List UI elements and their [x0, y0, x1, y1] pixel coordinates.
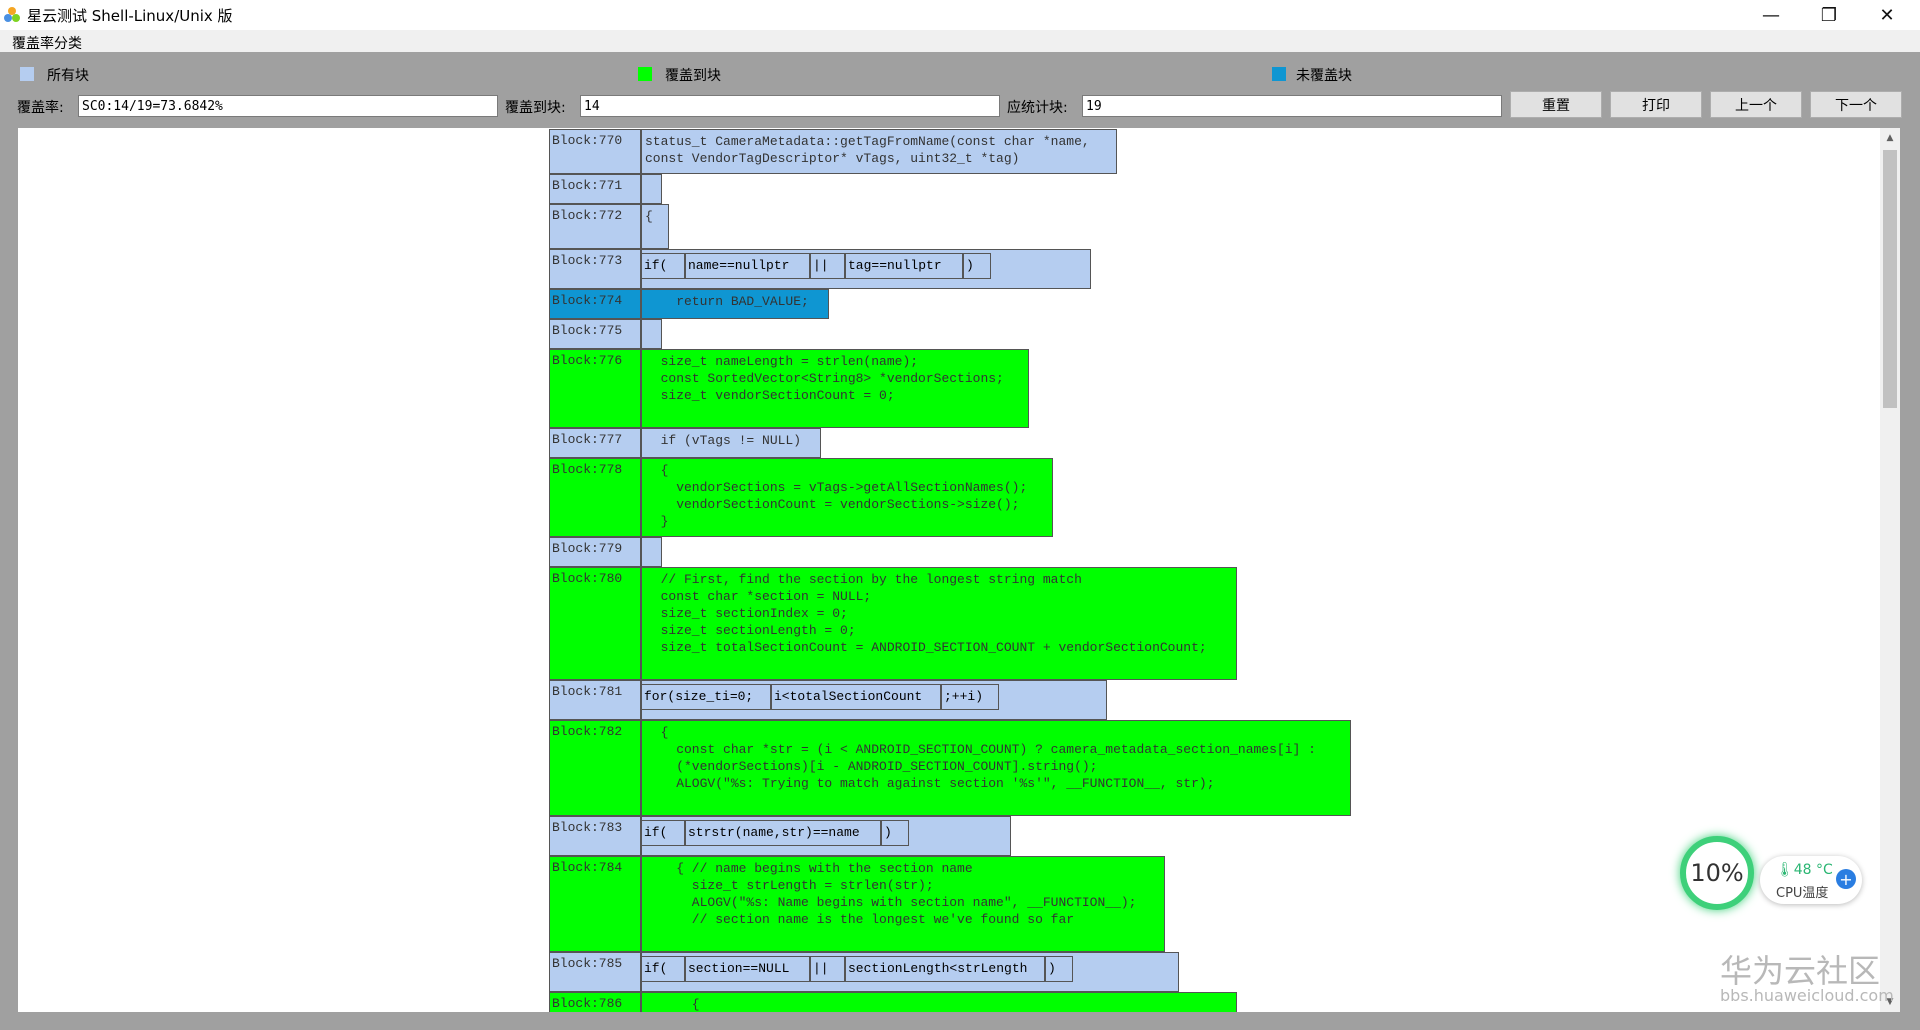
app-logo-icon — [4, 7, 20, 22]
code-segment: || — [810, 956, 845, 982]
block-code: status_t CameraMetadata::getTagFromName(… — [641, 129, 1117, 174]
scroll-up-arrow-icon[interactable]: ▲ — [1880, 128, 1900, 148]
covered-blocks-label: 覆盖到块: — [505, 100, 566, 116]
maximize-button[interactable]: ❐ — [1800, 0, 1858, 30]
block-label: Block:784 — [549, 856, 641, 952]
legend-uncovered-label: 未覆盖块 — [1296, 68, 1352, 84]
code-text: { // name begins with the section name s… — [676, 861, 1137, 927]
legend-uncovered-swatch — [1272, 67, 1286, 81]
block-label: Block:785 — [549, 952, 641, 992]
block-code: { — [641, 204, 669, 249]
code-segment: || — [810, 253, 845, 279]
block-code: return BAD_VALUE; — [641, 289, 829, 319]
covered-blocks-field[interactable] — [580, 95, 1000, 117]
block-label: Block:773 — [549, 249, 641, 289]
code-segment: tag==nullptr — [845, 253, 963, 279]
legend-all-swatch — [20, 67, 34, 81]
block-label: Block:775 — [549, 319, 641, 349]
code-segment: name==nullptr — [685, 253, 810, 279]
code-text: size_t nameLength = strlen(name); const … — [660, 354, 1004, 403]
block-code: // First, find the section by the longes… — [641, 567, 1237, 680]
block-label: Block:783 — [549, 816, 641, 856]
block-label: Block:777 — [549, 428, 641, 458]
code-text: { — [645, 997, 700, 1012]
block-code — [641, 174, 662, 204]
block-label: Block:770 — [549, 129, 641, 174]
plus-icon[interactable]: + — [1836, 869, 1856, 889]
code-segment: strstr(name,str)==name — [685, 820, 881, 846]
coverage-label: 覆盖率: — [17, 100, 64, 116]
code-segment: if( — [641, 956, 685, 982]
legend-covered-swatch — [638, 67, 652, 81]
window-title: 星云测试 Shell-Linux/Unix 版 — [27, 7, 233, 25]
cpu-temp-label: CPU温度 — [1776, 886, 1829, 901]
legend-all-label: 所有块 — [47, 68, 89, 84]
block-label: Block:771 — [549, 174, 641, 204]
block-label: Block:772 — [549, 204, 641, 249]
watermark-url: bbs.huaweicloud.com — [1720, 986, 1894, 1005]
block-code: if( section==NULL || sectionLength<strLe… — [641, 952, 1179, 992]
close-button[interactable]: ✕ — [1858, 0, 1916, 30]
code-text: return BAD_VALUE; — [645, 294, 809, 309]
block-code: for(size_ti=0; i<totalSectionCount ;++i) — [641, 680, 1107, 720]
block-label: Block:786 — [549, 992, 641, 1012]
block-label: Block:774 — [549, 289, 641, 319]
code-segment: sectionLength<strLength — [845, 956, 1045, 982]
code-coverage-panel: Block:770 status_t CameraMetadata::getTa… — [18, 128, 1884, 1012]
code-text: // First, find the section by the longes… — [660, 572, 1207, 655]
scroll-thumb[interactable] — [1883, 150, 1897, 408]
code-segment: ;++i) — [941, 684, 999, 710]
code-segment: if( — [641, 253, 685, 279]
title-bar: 星云测试 Shell-Linux/Unix 版 — ❐ ✕ — [0, 0, 1920, 30]
block-code: if( name==nullptr || tag==nullptr ) — [641, 249, 1091, 289]
code-segment: for(size_ti=0; — [641, 684, 771, 710]
block-label: Block:780 — [549, 567, 641, 680]
block-code: { const char *str = (i < ANDROID_SECTION… — [641, 720, 1351, 816]
menu-coverage-category[interactable]: 覆盖率分类 — [12, 33, 82, 53]
cpu-monitor-widget[interactable]: 10% 🌡48 °C CPU温度 + — [1680, 836, 1870, 916]
block-code: { // name begins with the section name s… — [641, 856, 1165, 952]
coverage-field[interactable] — [78, 95, 498, 117]
minimize-button[interactable]: — — [1742, 0, 1800, 30]
code-segment: i<totalSectionCount — [771, 684, 941, 710]
code-text: { — [645, 209, 653, 224]
code-text: if (vTags != NULL) — [645, 433, 802, 448]
code-text: status_t CameraMetadata::getTagFromName(… — [645, 134, 1090, 166]
total-blocks-field[interactable] — [1082, 95, 1502, 117]
block-label: Block:779 — [549, 537, 641, 567]
reset-button[interactable]: 重置 — [1510, 91, 1602, 118]
prev-button[interactable]: 上一个 — [1710, 91, 1802, 118]
print-button[interactable]: 打印 — [1610, 91, 1702, 118]
block-label: Block:782 — [549, 720, 641, 816]
block-code — [641, 319, 662, 349]
block-label: Block:778 — [549, 458, 641, 537]
block-code: if( strstr(name,str)==name ) — [641, 816, 1011, 856]
code-segment: ) — [1045, 956, 1073, 982]
block-code: size_t nameLength = strlen(name); const … — [641, 349, 1029, 428]
next-button[interactable]: 下一个 — [1810, 91, 1902, 118]
code-segment: section==NULL — [685, 956, 810, 982]
code-segment: ) — [963, 253, 991, 279]
cpu-temperature: 🌡48 °C — [1776, 862, 1833, 878]
block-code — [641, 537, 662, 567]
code-segment: if( — [641, 820, 685, 846]
vertical-scrollbar[interactable]: ▲ ▼ — [1880, 128, 1900, 1012]
code-segment: ) — [881, 820, 909, 846]
cpu-usage-ring: 10% — [1680, 836, 1754, 910]
code-text: { vendorSections = vTags->getAllSectionN… — [660, 463, 1028, 529]
block-code: if (vTags != NULL) — [641, 428, 821, 458]
block-label: Block:776 — [549, 349, 641, 428]
cpu-temp-card: 🌡48 °C CPU温度 + — [1760, 856, 1862, 904]
block-code: { — [641, 992, 1237, 1012]
block-code: { vendorSections = vTags->getAllSectionN… — [641, 458, 1053, 537]
code-text: { const char *str = (i < ANDROID_SECTION… — [660, 725, 1316, 791]
legend-covered-label: 覆盖到块 — [665, 68, 721, 84]
menu-bar: 覆盖率分类 — [0, 30, 1920, 52]
block-label: Block:781 — [549, 680, 641, 720]
total-blocks-label: 应统计块: — [1007, 100, 1068, 116]
